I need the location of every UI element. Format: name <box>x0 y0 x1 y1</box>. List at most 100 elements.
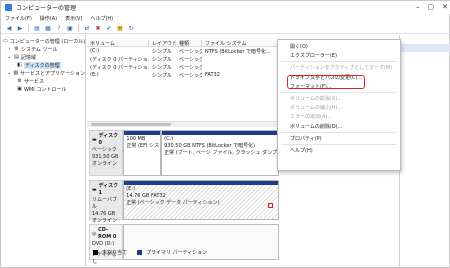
disk-view-icon[interactable]: ▣ <box>66 24 74 32</box>
tree-item-label: コンピューターの管理 (ローカル) <box>9 38 86 45</box>
partition-bar <box>124 181 278 185</box>
minimize-icon[interactable]: – <box>416 3 420 11</box>
disk-name-text: ディスク 1 <box>98 183 119 196</box>
disk-size: 14.76 GB <box>92 211 116 217</box>
disk-type: DVD (D:) <box>92 241 115 247</box>
cell-volume: (ディスク 0 パーティション 1) <box>90 56 149 63</box>
menu-separator <box>281 143 397 145</box>
partition-label: (E:) <box>126 186 135 192</box>
cell-layout: シンプル <box>152 72 172 79</box>
menu-item-add-mirror[interactable]: ミラーの追加(A)... <box>278 112 400 121</box>
chevron-down-icon[interactable]: ⌄ <box>7 54 12 60</box>
tree-item-services[interactable]: ⚙ サービス <box>1 77 85 85</box>
tree-item-storage[interactable]: ⌄ ▤ 記憶域 <box>1 53 85 61</box>
legend: 未割り当て プライマリ パーティション <box>87 248 399 256</box>
disk-info: ▬ ディスク 1 リムーバブル 14.76 GB オンライン <box>89 180 124 224</box>
disk-row-1[interactable]: ▬ ディスク 1 リムーバブル 14.76 GB オンライン (E:) 14.7… <box>89 180 279 224</box>
menu-item-explorer[interactable]: エクスプローラー(E) <box>278 51 400 60</box>
partition-bar <box>162 131 279 135</box>
toolbar-separator <box>78 24 79 32</box>
computer-icon: ▭ <box>3 38 8 44</box>
disk-row-0[interactable]: ▬ ディスク 0 ベーシック 931.50 GB オンライン 100 MB 正常… <box>89 130 280 176</box>
tree-item-label: WMI コントロール <box>24 86 67 93</box>
actions-header[interactable] <box>400 44 450 52</box>
cell-type: ベーシック <box>179 72 202 79</box>
partition-label: (C:) <box>164 136 174 142</box>
scrollbar-thumb[interactable] <box>91 123 171 126</box>
menu-separator <box>281 91 397 93</box>
cell-layout: シンプル <box>152 56 172 63</box>
context-menu: 開く(O) エクスプローラー(E) パーティションをアクティブとしてマーク(M)… <box>277 39 401 171</box>
window-title: コンピューターの管理 <box>16 5 77 12</box>
legend-label-unallocated: 未割り当て <box>102 249 128 256</box>
connect-icon[interactable]: ⇄ <box>83 24 91 32</box>
toolbar-separator <box>28 24 29 32</box>
title-bar: コンピューターの管理 – ▢ ✕ <box>1 1 450 14</box>
partition-e[interactable]: (E:) 14.76 GB FAT32 正常 (ベーシック データ パーティショ… <box>123 180 279 220</box>
close-icon[interactable]: ✕ <box>442 3 448 11</box>
disk-name: ◎ CD-ROM 0 <box>92 227 120 241</box>
cell-volume: (C:) <box>90 48 100 54</box>
tree-item-label: システム ツール <box>21 46 58 53</box>
menu-file[interactable]: ファイル(F) <box>5 15 32 22</box>
services-icon: ▧ <box>13 70 19 76</box>
list-view-icon[interactable]: ▦ <box>44 24 52 32</box>
partition-status: 正常 (ベーシック データ パーティション) <box>126 200 220 206</box>
tree-item-disk-management[interactable]: ◧ ディスクの管理 <box>1 61 85 69</box>
menu-item-help[interactable]: ヘルプ(H) <box>278 146 400 155</box>
disk-info: ▬ ディスク 0 ベーシック 931.50 GB オンライン <box>89 130 124 176</box>
wmi-icon: ▣ <box>17 86 22 92</box>
tree-item-computer[interactable]: ▭ コンピューターの管理 (ローカル) <box>1 37 85 45</box>
refresh-icon[interactable]: ↻ <box>127 24 135 32</box>
partition-c[interactable]: (C:) 930.50 GB NTFS (BitLocker で暗号化) 正常 … <box>161 130 280 176</box>
cell-type: ベーシック <box>179 48 202 55</box>
cell-volume: (ディスク 0 パーティション 4) <box>90 64 149 71</box>
legend-swatch-unallocated <box>93 249 98 255</box>
legend-swatch-primary <box>137 249 143 255</box>
back-arrow-icon[interactable]: ◀ <box>5 24 13 32</box>
tree-item-wmi[interactable]: ▣ WMI コントロール <box>1 85 85 93</box>
disk-type: リムーバブル <box>92 197 117 210</box>
delete-icon[interactable]: ✖ <box>94 24 102 32</box>
disk-name: ▬ ディスク 0 <box>92 133 120 147</box>
properties-icon[interactable]: ✔ <box>105 24 113 32</box>
menu-item-shrink[interactable]: ボリュームの縮小(H)... <box>278 103 400 112</box>
menu-item-open[interactable]: 開く(O) <box>278 42 400 51</box>
disk-icon: ◧ <box>17 62 22 68</box>
show-hide-tree-icon[interactable]: ▤ <box>33 24 41 32</box>
tree-item-label: 記憶域 <box>21 54 37 61</box>
disk-type: ベーシック <box>92 147 117 153</box>
partition-efi[interactable]: 100 MB 正常 (EFI シス <box>123 130 162 176</box>
storage-icon: ▤ <box>14 54 19 60</box>
legend-label-primary: プライマリ パーティション <box>146 249 208 256</box>
forward-arrow-icon[interactable]: ▶ <box>16 24 24 32</box>
selected-partition-marker <box>268 203 273 208</box>
chevron-down-icon[interactable]: ⌄ <box>7 70 11 76</box>
column-header-volume[interactable]: ボリューム <box>87 40 149 46</box>
tools-icon: ⚙ <box>14 46 19 52</box>
maximize-icon[interactable]: ▢ <box>428 3 435 11</box>
tree-item-label: サービス <box>24 78 45 85</box>
computer-management-window: コンピューターの管理 – ▢ ✕ ファイル(F) 操作(A) 表示(V) ヘルプ… <box>0 0 450 268</box>
help-icon[interactable]: ? <box>55 24 63 32</box>
menu-item-extend[interactable]: ボリュームの拡張(X)... <box>278 94 400 103</box>
column-header-layout[interactable]: レイアウト <box>149 40 176 46</box>
menu-item-mark-active[interactable]: パーティションをアクティブとしてマーク(M) <box>278 63 400 72</box>
folder-icon[interactable]: ■ <box>116 24 124 32</box>
disk-name: ▬ ディスク 1 <box>92 183 120 197</box>
menu-action[interactable]: 操作(A) <box>40 15 57 22</box>
toolbar: ◀ ▶ ▤ ▦ ? ▣ ⇄ ✖ ✔ ■ ↻ <box>1 23 450 34</box>
disk-name-text: CD-ROM 0 <box>98 227 117 240</box>
gear-icon: ⚙ <box>17 78 22 84</box>
menu-item-properties[interactable]: プロパティ(P) <box>278 134 400 143</box>
menu-view[interactable]: 表示(V) <box>65 15 82 22</box>
menu-bar: ファイル(F) 操作(A) 表示(V) ヘルプ(H) <box>1 14 450 23</box>
navigation-tree: ▭ コンピューターの管理 (ローカル) › ⚙ システム ツール ⌄ ▤ 記憶域… <box>1 35 86 268</box>
menu-help[interactable]: ヘルプ(H) <box>90 15 113 22</box>
app-icon <box>5 4 12 11</box>
menu-item-delete-volume[interactable]: ボリュームの削除(D)... <box>278 122 400 131</box>
tree-item-services-apps[interactable]: ⌄ ▧ サービスとアプリケーション <box>1 69 85 77</box>
chevron-right-icon[interactable]: › <box>7 46 12 52</box>
column-header-type[interactable]: 種類 <box>176 40 202 46</box>
tree-item-system-tools[interactable]: › ⚙ システム ツール <box>1 45 85 53</box>
